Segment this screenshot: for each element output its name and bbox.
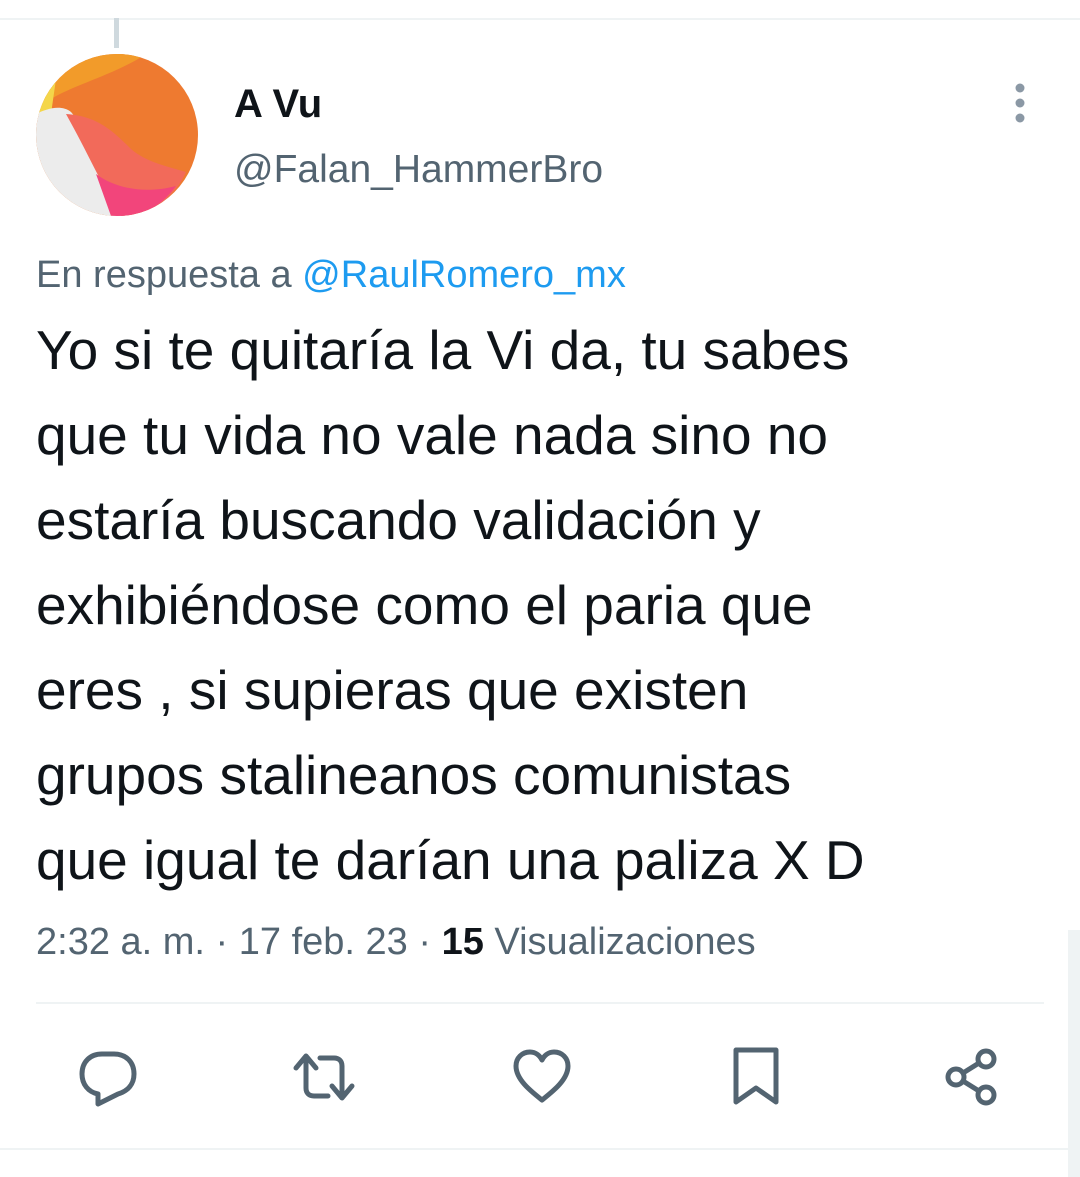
action-bar-divider [36, 1002, 1044, 1004]
tweet-date[interactable]: 17 feb. 23 [239, 921, 408, 963]
bottom-divider [0, 1148, 1080, 1150]
bookmark-icon [733, 1047, 779, 1105]
reply-mention-link[interactable]: @RaulRomero_mx [302, 254, 626, 296]
share-button[interactable] [940, 1046, 1000, 1108]
tweet-meta: 2:32 a. m. · 17 feb. 23 · 15 Visualizaci… [36, 916, 756, 968]
avatar[interactable] [36, 54, 198, 216]
retweet-icon [293, 1053, 355, 1101]
more-vertical-icon [1015, 83, 1025, 123]
thread-connector-line [114, 18, 119, 48]
top-divider [0, 18, 1080, 20]
retweet-button[interactable] [292, 1046, 355, 1108]
scrollbar[interactable] [1068, 930, 1080, 1177]
reply-context-prefix: En respuesta a [36, 254, 303, 296]
like-button[interactable] [510, 1046, 571, 1108]
more-options-button[interactable] [1000, 80, 1040, 126]
views-count[interactable]: 15 [442, 921, 484, 963]
author-handle[interactable]: @Falan_HammerBro [234, 146, 603, 194]
views-label[interactable]: Visualizaciones [484, 921, 755, 963]
reply-icon [79, 1051, 137, 1107]
tweet-time[interactable]: 2:32 a. m. [36, 921, 205, 963]
tweet-text: Yo si te quitaría la Vi da, tu sabes que… [36, 319, 865, 891]
meta-separator: · [407, 921, 442, 963]
reply-context: En respuesta a @RaulRomero_mx [36, 251, 626, 299]
bookmark-button[interactable] [726, 1046, 786, 1108]
share-icon [945, 1048, 997, 1106]
meta-separator: · [204, 921, 239, 963]
like-icon [513, 1049, 571, 1103]
reply-button[interactable] [76, 1046, 137, 1108]
author-display-name[interactable]: A Vu [234, 80, 322, 128]
